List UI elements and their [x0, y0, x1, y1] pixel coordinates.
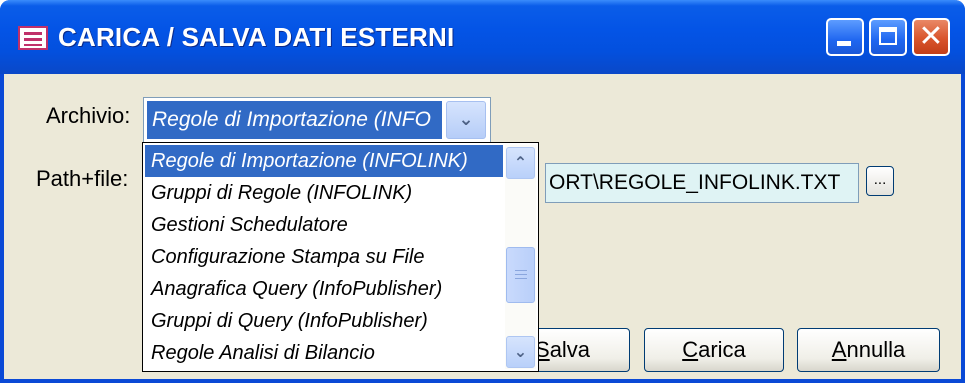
- archivio-selected-value: Regole di Importazione (INFO: [147, 101, 442, 139]
- scroll-thumb[interactable]: [506, 247, 535, 303]
- window-title: CARICA / SALVA DATI ESTERNI: [58, 22, 455, 52]
- dropdown-option[interactable]: Gestioni Schedulatore: [145, 209, 503, 241]
- annulla-mnemonic: A: [831, 337, 847, 362]
- path-label: Path+file:: [36, 166, 129, 191]
- maximize-icon: [879, 27, 897, 45]
- archivio-dropdown-list: Regole di Importazione (INFOLINK) Gruppi…: [142, 142, 539, 372]
- chevron-down-icon: ⌄: [458, 109, 474, 130]
- scroll-down-button[interactable]: ⌄: [506, 336, 535, 368]
- dropdown-option[interactable]: Gruppi di Regole (INFOLINK): [145, 177, 503, 209]
- carica-mnemonic: C: [682, 337, 699, 362]
- grip-icon: [515, 278, 527, 279]
- dropdown-option[interactable]: Regole di Importazione (INFOLINK): [145, 145, 503, 177]
- carica-button[interactable]: Carica: [644, 328, 784, 372]
- maximize-button[interactable]: [869, 18, 907, 56]
- scroll-up-button[interactable]: ⌃: [506, 147, 535, 179]
- dropdown-option[interactable]: Anagrafica Query (InfoPublisher): [145, 273, 503, 305]
- minimize-button[interactable]: [826, 18, 864, 56]
- minimize-icon: [837, 41, 851, 46]
- close-icon: ✕: [918, 19, 944, 54]
- grip-icon: [515, 274, 527, 275]
- dropdown-scrollbar[interactable]: ⌃ ⌄: [505, 145, 536, 369]
- carica-label: arica: [698, 337, 746, 362]
- archivio-select[interactable]: Regole di Importazione (INFO ⌄: [143, 97, 491, 143]
- dropdown-option[interactable]: Regole Analisi di Bilancio: [145, 337, 503, 369]
- chevron-up-icon: ⌃: [513, 153, 528, 172]
- grip-icon: [515, 270, 527, 271]
- dropdown-button[interactable]: ⌄: [446, 101, 486, 139]
- title-bar[interactable]: CARICA / SALVA DATI ESTERNI ✕: [0, 0, 965, 74]
- archivio-label: Archivio:: [46, 103, 131, 128]
- path-file-input[interactable]: ORT\REGOLE_INFOLINK.TXT: [545, 163, 859, 203]
- dropdown-option[interactable]: Configurazione Stampa su File: [145, 241, 503, 273]
- close-button[interactable]: ✕: [912, 18, 950, 56]
- dropdown-option[interactable]: Gruppi di Query (InfoPublisher): [145, 305, 503, 337]
- table-icon: [18, 26, 48, 50]
- chevron-down-icon: ⌄: [513, 342, 528, 361]
- browse-button[interactable]: ...: [866, 166, 894, 196]
- annulla-button[interactable]: Annulla: [797, 328, 940, 372]
- annulla-label: nnulla: [846, 337, 906, 362]
- salva-label: alva: [549, 337, 591, 362]
